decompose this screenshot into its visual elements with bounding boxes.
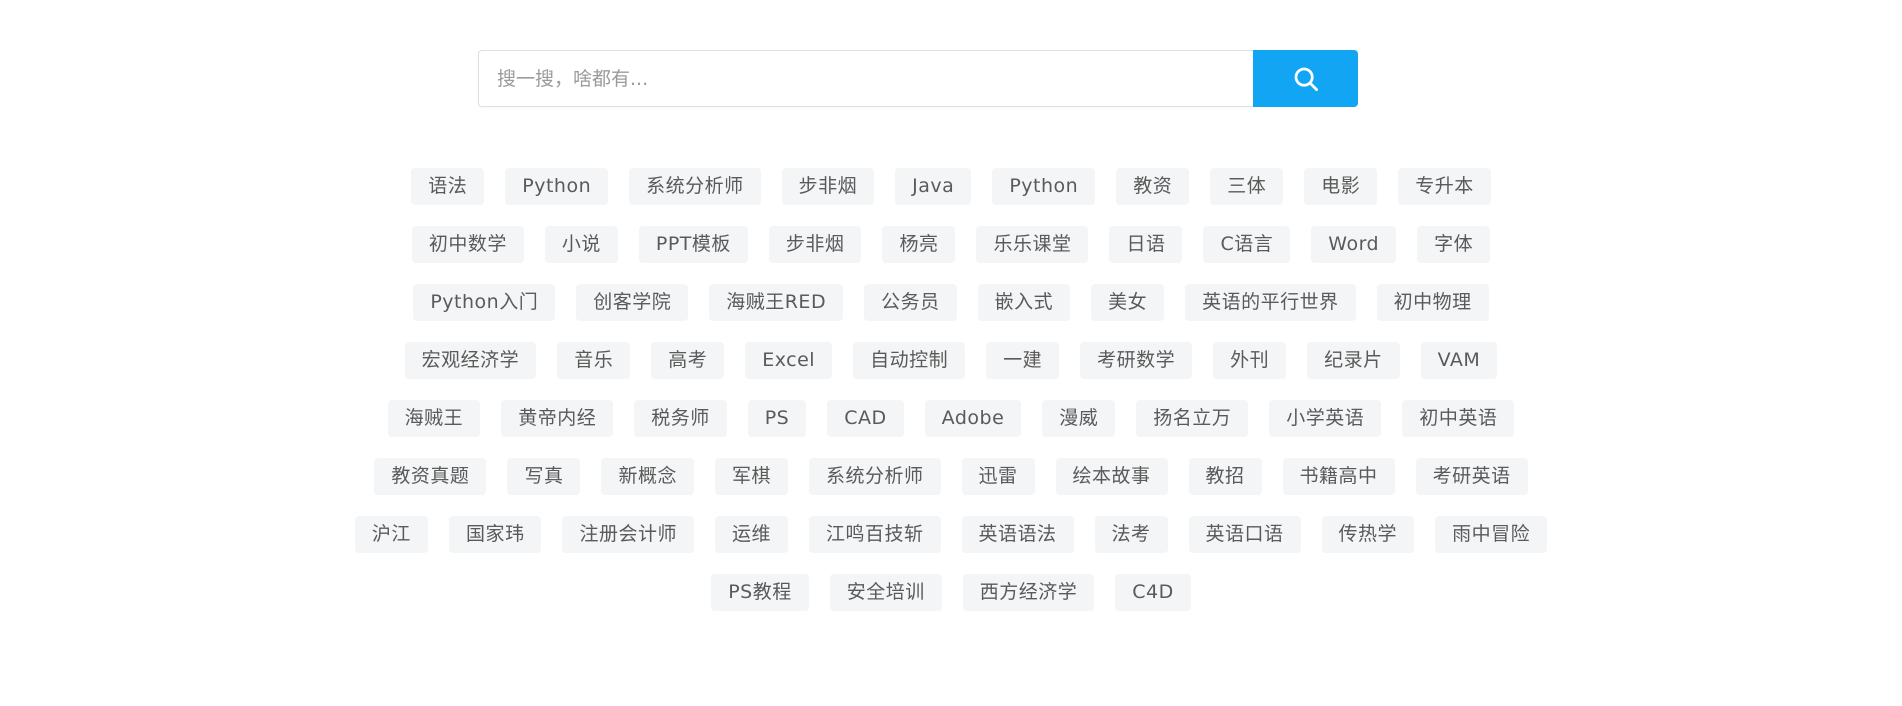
hot-search-tag[interactable]: 美女 [1091, 284, 1165, 321]
hot-search-tag[interactable]: Adobe [924, 400, 1022, 437]
tag-row: 宏观经济学 音乐 高考 Excel 自动控制 一建 考研数学 外刊 纪录片 VAM [404, 342, 1498, 379]
hot-search-tag-cloud: 语法 Python 系统分析师 步非烟 Java Python 教资 三体 电影 专升本 初中数学小… [0, 168, 1902, 632]
hot-search-tag[interactable]: 乐乐课堂 [976, 226, 1089, 263]
hot-search-tag[interactable]: 纪录片 [1307, 342, 1400, 379]
tag-row: 教资真题 写真 新概念 军棋 系统分析师 迅雷 绘本故事 教招 书籍高中 考研英语 [374, 458, 1528, 495]
hot-search-tag[interactable]: PPT模板 [638, 226, 748, 263]
hot-search-tag[interactable]: 扬名立万 [1136, 400, 1249, 437]
hot-search-tag[interactable]: 字体 [1417, 226, 1491, 263]
hot-search-tag[interactable]: 海贼王RED [709, 284, 844, 321]
hot-search-tag[interactable]: Word [1311, 226, 1397, 263]
hot-search-tag[interactable]: 英语口语 [1188, 516, 1301, 553]
tag-row: Python入门 创客学院 海贼王RED 公务员 嵌入式 美女 英语的平行世界 初中物理 [413, 284, 1489, 321]
hot-search-tag[interactable]: 考研数学 [1080, 342, 1193, 379]
hot-search-tag[interactable]: 初中数学 [411, 226, 524, 263]
hot-search-tag[interactable]: 法考 [1094, 516, 1168, 553]
hot-search-tag[interactable]: 教资真题 [374, 458, 487, 495]
hot-search-tag[interactable]: 专升本 [1398, 168, 1491, 205]
hot-search-tag[interactable]: CAD [827, 400, 904, 437]
hot-search-tag[interactable]: 绘本故事 [1055, 458, 1168, 495]
search-page: 语法Python系统分析师步非烟JavaPython教资三体电影专升本初中数学小… [0, 0, 1902, 706]
hot-search-tag[interactable]: 外刊 [1213, 342, 1287, 379]
hot-search-tag[interactable]: Python [505, 168, 609, 205]
tag-row: 海贼王 黄帝内经 税务师 PS CAD Adobe 漫威 扬名立万 小学英语 初中英语 [387, 400, 1515, 437]
hot-search-tag[interactable]: 教资 [1116, 168, 1190, 205]
hot-search-tag[interactable]: C4D [1115, 574, 1191, 611]
hot-search-tag[interactable]: 英语语法 [961, 516, 1074, 553]
hot-search-tag[interactable]: 新概念 [601, 458, 694, 495]
hot-search-tag[interactable]: 安全培训 [829, 574, 942, 611]
hot-search-tag[interactable]: 税务师 [634, 400, 727, 437]
tag-row: 语法 Python 系统分析师 步非烟 Java Python 教资 三体 电影 专升本 [411, 168, 1491, 205]
hot-search-tag[interactable]: 嵌入式 [977, 284, 1071, 321]
hot-search-tag[interactable]: 漫威 [1042, 400, 1116, 437]
hot-search-tag[interactable]: Python [992, 168, 1096, 205]
hot-search-tag[interactable]: 写真 [507, 458, 581, 495]
hot-search-tag[interactable]: 军棋 [714, 458, 788, 495]
hot-search-tag[interactable]: 初中物理 [1376, 284, 1489, 321]
hot-search-tag[interactable]: 语法 [411, 168, 485, 205]
hot-search-tag[interactable]: 三体 [1210, 168, 1284, 205]
hot-search-tag[interactable]: 小说 [544, 226, 618, 263]
hot-search-tag[interactable]: VAM [1420, 342, 1498, 379]
hot-search-tag[interactable]: 黄帝内经 [501, 400, 614, 437]
search-icon [1291, 64, 1321, 94]
hot-search-tag[interactable]: 音乐 [557, 342, 631, 379]
hot-search-tag[interactable]: 自动控制 [853, 342, 966, 379]
tag-row: 沪江 国家玮 注册会计师 运维 江鸣百技斩 英语语法 法考 英语口语 传热学 雨中冒险 [354, 516, 1548, 553]
hot-search-tag[interactable]: 宏观经济学 [404, 342, 537, 379]
hot-search-tag[interactable]: 国家玮 [448, 516, 542, 553]
hot-search-tag[interactable]: 西方经济学 [962, 574, 1095, 611]
hot-search-tag[interactable]: Java [895, 168, 972, 205]
hot-search-tag[interactable]: 系统分析师 [808, 458, 941, 495]
hot-search-tag[interactable]: 步非烟 [781, 168, 875, 205]
search-bar [478, 50, 1358, 107]
hot-search-tag[interactable]: 迅雷 [961, 458, 1035, 495]
hot-search-tag[interactable]: Excel [745, 342, 833, 379]
hot-search-tag[interactable]: 一建 [986, 342, 1060, 379]
hot-search-tag[interactable]: C语言 [1203, 226, 1291, 263]
hot-search-tag[interactable]: 海贼王 [387, 400, 481, 437]
tag-row: PS教程 安全培训 西方经济学 C4D [711, 574, 1191, 611]
hot-search-tag[interactable]: PS教程 [711, 574, 809, 611]
hot-search-tag[interactable]: 公务员 [864, 284, 957, 321]
hot-search-tag[interactable]: 书籍高中 [1282, 458, 1395, 495]
search-input[interactable] [478, 50, 1253, 107]
hot-search-tag[interactable]: 高考 [651, 342, 725, 379]
tag-row: 初中数学 小说 PPT模板 步非烟 杨亮 乐乐课堂 日语 C语言 Word 字体 [411, 226, 1491, 263]
hot-search-tag[interactable]: PS [747, 400, 807, 437]
hot-search-tag[interactable]: 日语 [1109, 226, 1183, 263]
hot-search-tag[interactable]: 传热学 [1321, 516, 1415, 553]
hot-search-tag[interactable]: 创客学院 [576, 284, 689, 321]
hot-search-tag[interactable]: Python入门 [413, 284, 556, 321]
hot-search-tag[interactable]: 江鸣百技斩 [808, 516, 941, 553]
hot-search-tag[interactable]: 系统分析师 [629, 168, 761, 205]
hot-search-tag[interactable]: 注册会计师 [562, 516, 694, 553]
search-button[interactable] [1253, 50, 1358, 107]
hot-search-tag[interactable]: 沪江 [354, 516, 428, 553]
hot-search-tag[interactable]: 英语的平行世界 [1185, 284, 1356, 321]
hot-search-tag[interactable]: 小学英语 [1269, 400, 1382, 437]
hot-search-tag[interactable]: 初中英语 [1402, 400, 1515, 437]
hot-search-tag[interactable]: 步非烟 [768, 226, 862, 263]
hot-search-tag[interactable]: 雨中冒险 [1435, 516, 1548, 553]
hot-search-tag[interactable]: 运维 [714, 516, 788, 553]
hot-search-tag[interactable]: 教招 [1188, 458, 1262, 495]
hot-search-tag[interactable]: 杨亮 [882, 226, 956, 263]
hot-search-tag[interactable]: 考研英语 [1415, 458, 1528, 495]
hot-search-tag[interactable]: 电影 [1304, 168, 1378, 205]
